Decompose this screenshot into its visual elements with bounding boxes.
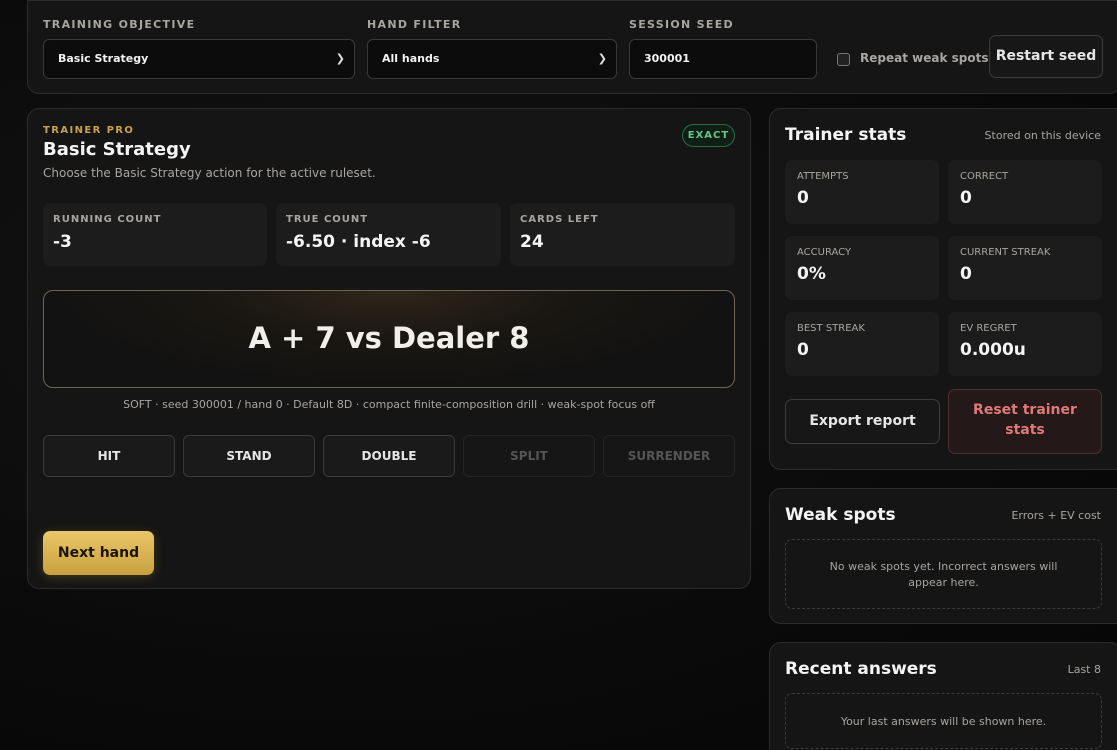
correct-label: CORRECT <box>960 171 1009 182</box>
trainer-stats-title: Trainer stats <box>785 125 907 145</box>
weak-spots-empty: No weak spots yet. Incorrect answers wil… <box>785 539 1102 609</box>
split-button[interactable]: SPLIT <box>463 435 595 477</box>
weak-spots-panel: Weak spots Errors + EV cost No weak spot… <box>769 488 1117 624</box>
accuracy-box: ACCURACY 0% <box>785 236 939 300</box>
best-streak-value: 0 <box>797 340 809 360</box>
ev-regret-value: 0.000u <box>960 340 1026 360</box>
reset-stats-button[interactable]: Reset trainer stats <box>948 389 1102 454</box>
ev-regret-box: EV REGRET 0.000u <box>948 312 1102 376</box>
objective-select[interactable]: Basic Strategy ❯ <box>43 39 355 79</box>
hand-filter-label: HAND FILTER <box>367 18 462 31</box>
hand-display: A + 7 vs Dealer 8 <box>43 290 735 388</box>
seed-input[interactable]: 300001 <box>629 39 817 79</box>
hit-button[interactable]: HIT <box>43 435 175 477</box>
double-button[interactable]: DOUBLE <box>323 435 455 477</box>
trainer-title: Basic Strategy <box>43 139 191 160</box>
running-count-box: RUNNING COUNT -3 <box>43 203 267 266</box>
attempts-label: ATTEMPTS <box>797 171 849 182</box>
hand-filter-select[interactable]: All hands ❯ <box>367 39 617 79</box>
accuracy-value: 0% <box>797 264 826 284</box>
export-report-button[interactable]: Export report <box>785 399 940 444</box>
recent-answers-title: Recent answers <box>785 659 937 679</box>
repeat-weak-spots-checkbox[interactable] <box>837 53 850 66</box>
true-count-label: TRUE COUNT <box>286 214 369 225</box>
chevron-down-icon: ❯ <box>335 52 345 65</box>
true-count-value: -6.50 · index -6 <box>286 232 431 252</box>
attempts-box: ATTEMPTS 0 <box>785 160 939 224</box>
best-streak-label: BEST STREAK <box>797 323 865 334</box>
trainer-stats-note: Stored on this device <box>984 129 1101 142</box>
best-streak-box: BEST STREAK 0 <box>785 312 939 376</box>
current-streak-box: CURRENT STREAK 0 <box>948 236 1102 300</box>
seed-label: SESSION SEED <box>629 18 734 31</box>
next-hand-button[interactable]: Next hand <box>43 531 154 575</box>
recent-answers-panel: Recent answers Last 8 Your last answers … <box>769 642 1117 750</box>
correct-value: 0 <box>960 188 972 208</box>
cards-left-box: CARDS LEFT 24 <box>510 203 735 266</box>
attempts-value: 0 <box>797 188 809 208</box>
true-count-box: TRUE COUNT -6.50 · index -6 <box>276 203 501 266</box>
current-streak-value: 0 <box>960 264 972 284</box>
surrender-button[interactable]: SURRENDER <box>603 435 735 477</box>
chevron-down-icon: ❯ <box>597 52 607 65</box>
running-count-label: RUNNING COUNT <box>53 214 162 225</box>
hand-meta: SOFT · seed 300001 / hand 0 · Default 8D… <box>123 398 655 411</box>
objective-value: Basic Strategy <box>58 52 149 65</box>
accuracy-label: ACCURACY <box>797 247 852 258</box>
hand-text: A + 7 vs Dealer 8 <box>248 321 530 355</box>
cards-left-value: 24 <box>520 232 544 252</box>
restart-seed-button[interactable]: Restart seed <box>989 35 1103 78</box>
session-controls-panel: TRAINING OBJECTIVE Basic Strategy ❯ HAND… <box>27 0 1117 94</box>
objective-label: TRAINING OBJECTIVE <box>43 18 196 31</box>
stand-button[interactable]: STAND <box>183 435 315 477</box>
recent-answers-empty: Your last answers will be shown here. <box>785 693 1102 749</box>
recent-answers-note: Last 8 <box>1067 663 1101 676</box>
trainer-eyebrow: TRAINER PRO <box>43 125 135 136</box>
hand-filter-value: All hands <box>382 52 440 65</box>
trainer-subtitle: Choose the Basic Strategy action for the… <box>43 166 376 180</box>
cards-left-label: CARDS LEFT <box>520 214 599 225</box>
trainer-stats-panel: Trainer stats Stored on this device ATTE… <box>769 108 1117 470</box>
repeat-weak-spots-label[interactable]: Repeat weak spots <box>860 51 988 65</box>
trainer-card: TRAINER PRO Basic Strategy Choose the Ba… <box>27 108 751 589</box>
weak-spots-note: Errors + EV cost <box>1011 509 1101 522</box>
current-streak-label: CURRENT STREAK <box>960 247 1051 258</box>
ev-regret-label: EV REGRET <box>960 323 1017 334</box>
correct-box: CORRECT 0 <box>948 160 1102 224</box>
exact-badge: EXACT <box>682 124 735 147</box>
running-count-value: -3 <box>53 232 72 252</box>
weak-spots-title: Weak spots <box>785 505 896 525</box>
